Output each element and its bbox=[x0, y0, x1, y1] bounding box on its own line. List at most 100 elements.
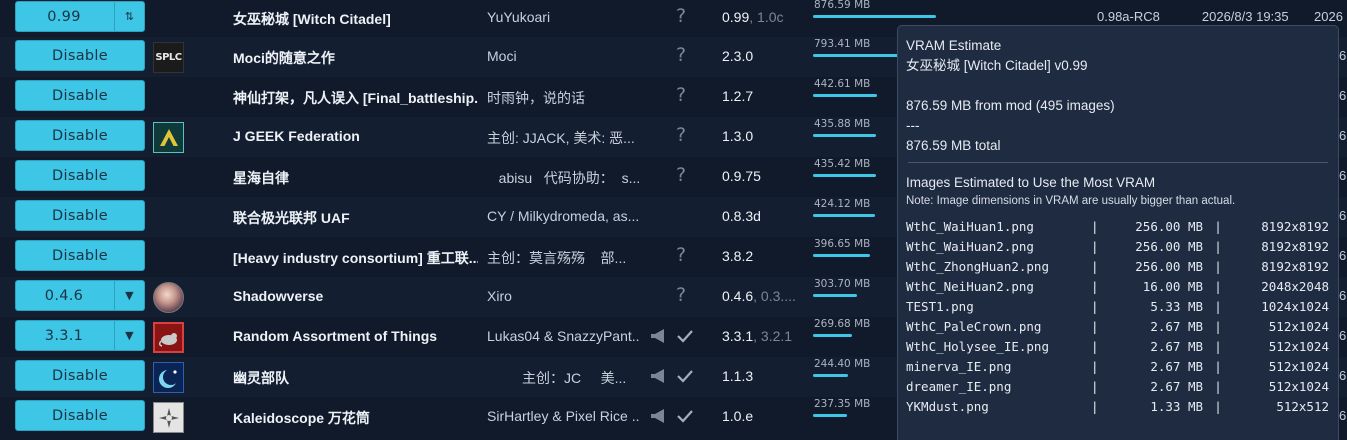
splc-logo: SPLC bbox=[155, 52, 182, 63]
vram-image-row: dreamer_IE.png | 2.67 MB | 512x1024 bbox=[906, 377, 1330, 397]
image-dimensions: 512x1024 bbox=[1268, 339, 1329, 354]
column-divider: | bbox=[1091, 279, 1099, 294]
vram-bar bbox=[813, 134, 876, 137]
vram-image-row: YKMdust.png | 1.33 MB | 512x512 bbox=[906, 397, 1330, 417]
column-divider: | bbox=[1214, 379, 1222, 394]
image-file-name: WthC_ZhongHuan2.png bbox=[906, 259, 1049, 274]
swap-icon[interactable]: ⇅ bbox=[114, 2, 144, 31]
mod-name: 神仙打架，凡人误入 [Final_battleship... bbox=[233, 90, 478, 106]
vram-bar bbox=[813, 334, 852, 337]
mod-version-main: 3.3.1 bbox=[722, 328, 754, 344]
column-divider: | bbox=[1214, 359, 1222, 374]
mod-thumbnail: SPLC bbox=[153, 42, 184, 73]
mod-name: 联合极光联邦 UAF bbox=[233, 210, 350, 226]
mod-author: SirHartley & Pixel Rice ... bbox=[487, 408, 639, 424]
mod-edge-text: 6 bbox=[1339, 368, 1347, 383]
vram-bar bbox=[813, 254, 870, 257]
vram-label: 269.68 MB bbox=[814, 318, 871, 330]
disable-button[interactable]: Disable bbox=[15, 360, 145, 391]
vram-bar bbox=[813, 414, 847, 417]
vram-bar bbox=[813, 174, 876, 177]
mod-edge-text: 6 bbox=[1339, 208, 1347, 223]
column-divider: | bbox=[1214, 259, 1222, 274]
mod-thumbnail bbox=[153, 402, 184, 433]
version-dropdown-value: 0.4.6 bbox=[44, 287, 84, 304]
image-vram-size: 256.00 MB bbox=[1135, 219, 1203, 234]
unknown-status-icon: ? bbox=[676, 5, 687, 27]
disable-button[interactable]: Disable bbox=[15, 160, 145, 191]
version-dropdown-value: 3.3.1 bbox=[44, 327, 84, 344]
image-dimensions: 8192x8192 bbox=[1261, 219, 1329, 234]
tooltip-note: Note: Image dimensions in VRAM are usual… bbox=[906, 195, 1236, 207]
unknown-status-icon: ? bbox=[676, 244, 687, 266]
disable-button[interactable]: Disable bbox=[15, 240, 145, 271]
megaphone-icon bbox=[651, 329, 664, 343]
column-divider: | bbox=[1214, 279, 1222, 294]
mod-name: Kaleidoscope 万花筒 bbox=[233, 410, 370, 426]
mod-name: 幽灵部队 bbox=[233, 370, 289, 386]
tooltip-separator bbox=[908, 162, 1328, 163]
column-divider: | bbox=[1091, 319, 1099, 334]
image-file-name: WthC_PaleCrown.png bbox=[906, 319, 1042, 334]
image-dimensions: 512x1024 bbox=[1268, 319, 1329, 334]
version-selector-value: 0.99 bbox=[47, 8, 81, 25]
image-dimensions: 2048x2048 bbox=[1261, 279, 1329, 294]
disable-button[interactable]: Disable bbox=[15, 40, 145, 71]
mod-author: Moci bbox=[487, 48, 517, 64]
vram-label: 435.42 MB bbox=[814, 158, 871, 170]
column-divider: | bbox=[1214, 239, 1222, 254]
vram-estimate-tooltip: VRAM Estimate 女巫秘城 [Witch Citadel] v0.99… bbox=[897, 25, 1339, 440]
mod-author: 主创: JJACK, 美术: 恶... bbox=[487, 130, 635, 146]
mod-version-main: 0.99 bbox=[722, 9, 750, 25]
vram-image-row: WthC_ZhongHuan2.png | 256.00 MB | 8192x8192 bbox=[906, 257, 1330, 277]
mod-version: 0.4.6, 0.3.... bbox=[722, 288, 796, 304]
mod-edge-text: 6 bbox=[1339, 48, 1347, 63]
mod-version: 2.3.0 bbox=[722, 48, 754, 64]
version-dropdown[interactable]: 0.4.6 ▼ bbox=[15, 280, 145, 311]
mod-thumbnail bbox=[153, 282, 184, 313]
image-file-name: YKMdust.png bbox=[906, 399, 989, 414]
disable-button[interactable]: Disable bbox=[15, 80, 145, 111]
mod-edge-text: 6 bbox=[1339, 288, 1347, 303]
chevron-down-icon[interactable]: ▼ bbox=[114, 321, 144, 350]
image-file-name: WthC_NeiHuan2.png bbox=[906, 279, 1034, 294]
image-file-name: TEST1.png bbox=[906, 299, 974, 314]
mod-edge-text: 6 bbox=[1339, 408, 1347, 423]
mod-author: abisu 代码协助： s... bbox=[487, 170, 639, 186]
chevron-down-icon[interactable]: ▼ bbox=[114, 281, 144, 310]
vram-bar bbox=[813, 374, 848, 377]
tooltip-divider-text: --- bbox=[906, 118, 920, 133]
image-dimensions: 8192x8192 bbox=[1261, 259, 1329, 274]
unknown-status-icon: ? bbox=[676, 164, 687, 186]
column-divider: | bbox=[1214, 399, 1222, 414]
column-divider: | bbox=[1214, 339, 1222, 354]
column-divider: | bbox=[1091, 359, 1099, 374]
version-dropdown[interactable]: 3.3.1 ▼ bbox=[15, 320, 145, 351]
version-selector[interactable]: 0.99 ⇅ bbox=[15, 1, 145, 32]
mod-version: 0.99, 1.0c bbox=[722, 9, 784, 25]
tooltip-title: VRAM Estimate bbox=[906, 38, 1002, 53]
mod-name: [Heavy industry consortium] 重工联... bbox=[233, 250, 478, 266]
vram-label: 424.12 MB bbox=[814, 198, 871, 210]
unknown-status-icon: ? bbox=[676, 124, 687, 146]
mod-name: J GEEK Federation bbox=[233, 128, 360, 144]
image-vram-size: 256.00 MB bbox=[1135, 259, 1203, 274]
check-icon bbox=[677, 410, 693, 423]
vram-image-row: minerva_IE.png | 2.67 MB | 512x1024 bbox=[906, 357, 1330, 377]
vram-label: 396.65 MB bbox=[814, 238, 871, 250]
disable-button[interactable]: Disable bbox=[15, 120, 145, 151]
image-vram-size: 5.33 MB bbox=[1150, 299, 1203, 314]
column-divider: | bbox=[1091, 299, 1099, 314]
mod-date-info: 0.98a-RC8 2026/8/3 19:35 bbox=[1097, 9, 1289, 24]
vram-image-row: WthC_WaiHuan2.png | 256.00 MB | 8192x8192 bbox=[906, 237, 1330, 257]
vram-label: 244.40 MB bbox=[814, 358, 871, 370]
disable-button[interactable]: Disable bbox=[15, 400, 145, 431]
triforce-logo-icon bbox=[159, 128, 178, 146]
vram-bar bbox=[813, 214, 875, 217]
vram-bar bbox=[813, 15, 936, 18]
vram-label: 442.61 MB bbox=[814, 78, 871, 90]
unknown-status-icon: ? bbox=[676, 84, 687, 106]
disable-button[interactable]: Disable bbox=[15, 200, 145, 231]
mod-version: 3.3.1, 3.2.1 bbox=[722, 328, 792, 344]
column-divider: | bbox=[1214, 319, 1222, 334]
